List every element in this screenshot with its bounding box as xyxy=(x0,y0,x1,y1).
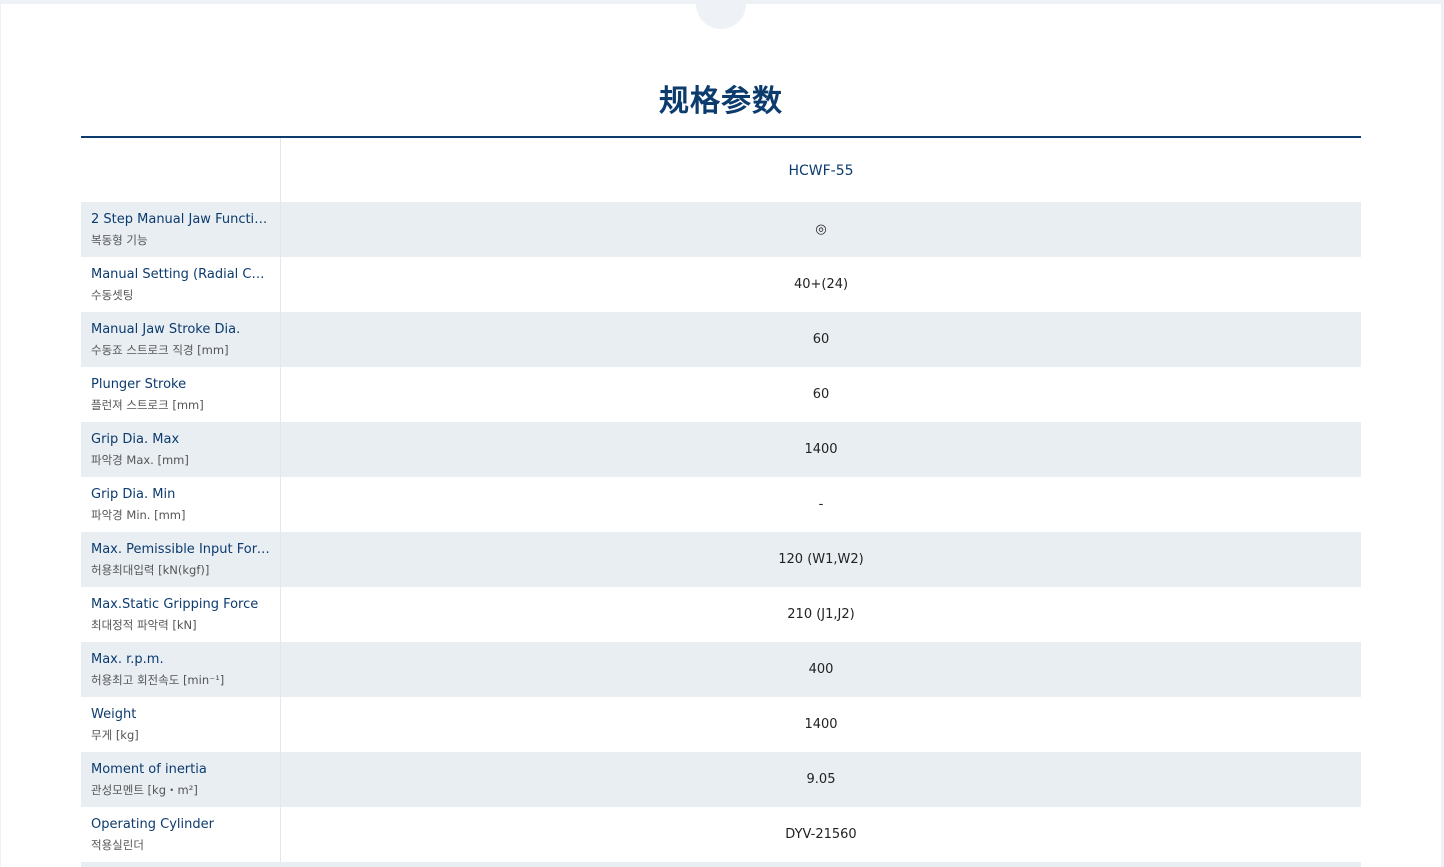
row-label-ko: 허용최고 회전속도 [min⁻¹] xyxy=(91,672,225,687)
row-label-cell: Max. r.p.m. 허용최고 회전속도 [min⁻¹] xyxy=(81,642,281,697)
table-row: Plunger Stroke 플런져 스트로크 [mm] 60 xyxy=(81,367,1361,422)
table-header-row: HCWF-55 xyxy=(81,138,1361,202)
spec-table: HCWF-55 2 Step Manual Jaw Function 복동형 기… xyxy=(81,136,1361,867)
table-row: Max. Pemissible Input Force 허용최대입력 [kN(k… xyxy=(81,532,1361,587)
row-label-ko: 복동형 기능 xyxy=(91,232,148,247)
row-label-en: Operating Cylinder xyxy=(91,816,214,832)
row-value: 210 (J1,J2) xyxy=(787,607,855,622)
row-value: DYV-21560 xyxy=(785,827,857,842)
row-value: ◎ xyxy=(815,222,827,237)
row-value: 120 (W1,W2) xyxy=(778,552,864,567)
header-model: HCWF-55 xyxy=(788,163,854,179)
row-label-ko: 무게 [kg] xyxy=(91,727,139,742)
row-label-cell: 2 Step Manual Jaw Function 복동형 기능 xyxy=(81,202,281,257)
row-label-cell: Grip Dia. Max 파악경 Max. [mm] xyxy=(81,422,281,477)
table-row: Max. r.p.m. 허용최고 회전속도 [min⁻¹] 400 xyxy=(81,642,1361,697)
row-label-cell: Weight 무게 [kg] xyxy=(81,697,281,752)
row-label-cell: Moment of inertia 관성모멘트 [kg・m²] xyxy=(81,752,281,807)
row-value: 1400 xyxy=(804,442,838,457)
row-label-en: Manual Jaw Stroke Dia. xyxy=(91,321,241,337)
row-label-ko: 최대정적 파악력 [kN] xyxy=(91,617,197,632)
row-label-en: Grip Dia. Max xyxy=(91,431,180,447)
table-row: Moment of inertia 관성모멘트 [kg・m²] 9.05 xyxy=(81,752,1361,807)
row-label-en: 2 Step Manual Jaw Function xyxy=(91,211,270,227)
row-label-ko: 수동셋팅 xyxy=(91,287,134,302)
row-label-cell: Manual Setting (Radial Chuck Stroke) 수동셋… xyxy=(81,257,281,312)
row-value: 1400 xyxy=(804,717,838,732)
row-label-ko: 적용실린더 xyxy=(91,837,144,852)
row-label-en: Max. r.p.m. xyxy=(91,651,164,667)
row-label-cell: Operating Cylinder 적용실린더 xyxy=(81,807,281,862)
row-label-ko: 관성모멘트 [kg・m²] xyxy=(91,782,198,797)
table-row: Max.Static Gripping Force 최대정적 파악력 [kN] … xyxy=(81,587,1361,642)
row-value: 40+(24) xyxy=(793,277,849,292)
table-row: Manual Jaw Stroke Dia. 수동죠 스트로크 직경 [mm] … xyxy=(81,312,1361,367)
row-value: - xyxy=(818,497,824,512)
table-row: Weight 무게 [kg] 1400 xyxy=(81,697,1361,752)
page-title: 规格参数 xyxy=(659,84,783,119)
row-value: 9.05 xyxy=(806,772,836,787)
row-label-cell: Max. Pemissible Input Force 허용최대입력 [kN(k… xyxy=(81,532,281,587)
row-value: 60 xyxy=(812,332,830,347)
row-label-en: Grip Dia. Min xyxy=(91,486,176,502)
row-label-cell: Grip Dia. Min 파악경 Min. [mm] xyxy=(81,477,281,532)
row-label-en: Manual Setting (Radial Chuck Stroke) xyxy=(91,266,270,282)
row-label-en: Max.Static Gripping Force xyxy=(91,596,259,612)
row-label-en: Weight xyxy=(91,706,137,722)
table-bottom-strip xyxy=(81,862,1361,867)
row-label-ko: 수동죠 스트로크 직경 [mm] xyxy=(91,342,229,357)
row-label-cell: Manual Jaw Stroke Dia. 수동죠 스트로크 직경 [mm] xyxy=(81,312,281,367)
row-label-ko: 파악경 Min. [mm] xyxy=(91,507,186,522)
top-circle-decoration xyxy=(696,4,746,29)
row-label-cell: Max.Static Gripping Force 최대정적 파악력 [kN] xyxy=(81,587,281,642)
row-label-en: Moment of inertia xyxy=(91,761,207,777)
table-row: Operating Cylinder 적용실린더 DYV-21560 xyxy=(81,807,1361,862)
header-label-cell xyxy=(81,138,281,202)
table-row: Grip Dia. Min 파악경 Min. [mm] - xyxy=(81,477,1361,532)
row-label-ko: 파악경 Max. [mm] xyxy=(91,452,189,467)
row-value: 400 xyxy=(808,662,834,677)
row-label-cell: Plunger Stroke 플런져 스트로크 [mm] xyxy=(81,367,281,422)
table-row: Manual Setting (Radial Chuck Stroke) 수동셋… xyxy=(81,257,1361,312)
table-row: 2 Step Manual Jaw Function 복동형 기능 ◎ xyxy=(81,202,1361,257)
table-row: Grip Dia. Max 파악경 Max. [mm] 1400 xyxy=(81,422,1361,477)
row-value: 60 xyxy=(812,387,830,402)
row-label-en: Plunger Stroke xyxy=(91,376,187,392)
row-label-en: Max. Pemissible Input Force xyxy=(91,541,270,557)
row-label-ko: 플런져 스트로크 [mm] xyxy=(91,397,204,412)
page: 规格参数 HCWF-55 2 Step Manual Jaw Function … xyxy=(1,4,1441,867)
row-label-ko: 허용최대입력 [kN(kgf)] xyxy=(91,562,210,577)
